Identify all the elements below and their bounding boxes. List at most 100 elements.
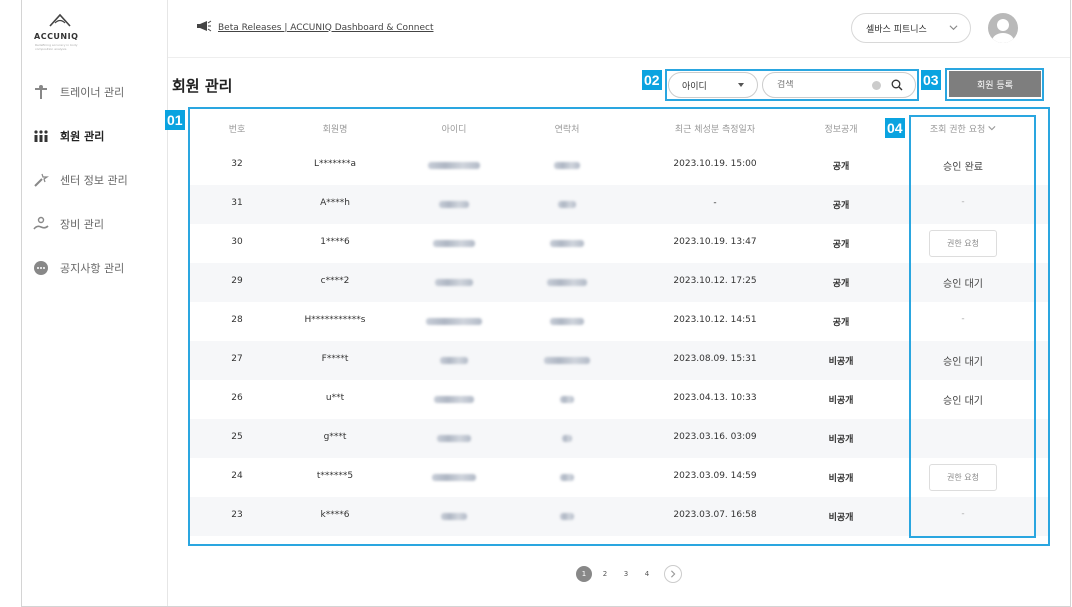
organization-name: 셀바스 피트니스: [866, 24, 927, 35]
cell-disclosure: 공개: [832, 201, 850, 211]
sidebar-item-notices[interactable]: 공지사항 관리: [22, 246, 168, 290]
cell-contact-redacted: [562, 435, 572, 442]
cell-contact-redacted: [560, 474, 574, 481]
cell-last-measure: 2023.03.16. 03:09: [673, 432, 757, 442]
cell-name: u**t: [325, 393, 345, 403]
page-button[interactable]: 1: [576, 566, 592, 582]
search-field-value: 아이디: [682, 81, 707, 92]
cell-id-redacted: [434, 396, 474, 403]
sidebar-item-label: 트레이너 관리: [60, 86, 125, 99]
cell-id-redacted: [441, 513, 467, 520]
cell-name: A****h: [320, 198, 350, 208]
search-input[interactable]: [777, 80, 867, 90]
cell-name: F****t: [321, 354, 349, 364]
annotation-badge-01: 01: [165, 110, 185, 130]
annotation-badge-03: 03: [921, 70, 941, 90]
sidebar-item-label: 회원 관리: [60, 130, 105, 143]
cell-contact-redacted: [547, 279, 587, 286]
logo-mark-icon: [49, 13, 71, 27]
cell-disclosure: 비공개: [828, 435, 854, 445]
logo-tagline: Redefining accuracy in body composition …: [35, 43, 78, 51]
page-title: 회원 관리: [172, 77, 233, 95]
permission-column-highlight-box: [909, 115, 1036, 538]
page-button[interactable]: 3: [618, 566, 634, 582]
sidebar-item-trainers[interactable]: 트레이너 관리: [22, 70, 168, 114]
megaphone-icon: [196, 20, 212, 35]
cell-id-redacted: [435, 279, 473, 286]
search-field-select[interactable]: 아이디: [668, 72, 758, 98]
cell-last-measure: 2023.10.19. 13:47: [673, 237, 757, 247]
sidebar-item-center-info[interactable]: 센터 정보 관리: [22, 158, 168, 202]
search-icon[interactable]: [891, 79, 903, 94]
cell-name: c****2: [320, 276, 350, 286]
user-icon: [992, 19, 1014, 43]
search-box: [762, 72, 916, 98]
column-header-last-measure: 최근 체성분 측정일자: [674, 125, 756, 135]
members-icon: [32, 127, 50, 145]
cell-id-redacted: [433, 240, 475, 247]
cell-no: 25: [231, 432, 243, 442]
trainer-icon: [32, 83, 50, 101]
cell-last-measure: 2023.10.12. 17:25: [673, 276, 757, 286]
cell-name: k****6: [320, 510, 350, 520]
sidebar-item-label: 공지사항 관리: [60, 262, 125, 275]
cell-name: L*******a: [313, 159, 357, 169]
announcement-link[interactable]: Beta Releases | ACCUNIQ Dashboard & Conn…: [196, 20, 434, 35]
cell-disclosure: 비공개: [828, 357, 854, 367]
page-button[interactable]: 4: [639, 566, 655, 582]
cell-contact-redacted: [550, 318, 584, 325]
cell-no: 28: [231, 315, 243, 325]
cell-no: 23: [231, 510, 243, 520]
cell-contact-redacted: [558, 201, 576, 208]
page-button[interactable]: 2: [597, 566, 613, 582]
cell-no: 26: [231, 393, 243, 403]
sidebar-item-label: 센터 정보 관리: [60, 174, 128, 187]
column-header-contact: 연락처: [554, 125, 580, 135]
column-header-disclosure: 정보공개: [824, 125, 858, 135]
cell-no: 24: [231, 471, 243, 481]
logo: ACCUNIQ Redefining accuracy in body comp…: [34, 12, 94, 51]
cell-no: 29: [231, 276, 243, 286]
cell-no: 30: [231, 237, 243, 247]
register-member-button[interactable]: 회원 등록: [949, 71, 1041, 97]
cell-contact-redacted: [560, 396, 574, 403]
organization-select[interactable]: 셀바스 피트니스: [851, 13, 971, 43]
clear-icon[interactable]: [872, 81, 881, 90]
cell-last-measure: 2023.10.19. 15:00: [673, 159, 757, 169]
cell-id-redacted: [428, 162, 480, 169]
column-header-no: 번호: [228, 125, 246, 135]
cell-name: g***t: [323, 432, 347, 442]
column-header-name: 회원명: [322, 125, 348, 135]
cell-contact-redacted: [544, 357, 590, 364]
sidebar-item-equipment[interactable]: 장비 관리: [22, 202, 168, 246]
cell-contact-redacted: [560, 513, 574, 520]
notice-icon: [32, 259, 50, 277]
cell-id-redacted: [439, 201, 469, 208]
center-info-icon: [32, 171, 50, 189]
avatar[interactable]: [988, 13, 1018, 43]
cell-last-measure: 2023.03.09. 14:59: [673, 471, 757, 481]
cell-last-measure: -: [713, 198, 717, 208]
cell-last-measure: 2023.03.07. 16:58: [673, 510, 757, 520]
annotation-badge-04: 04: [885, 118, 905, 138]
sidebar-item-members[interactable]: 회원 관리: [22, 114, 168, 158]
cell-last-measure: 2023.10.12. 14:51: [673, 315, 757, 325]
sidebar-item-label: 장비 관리: [60, 218, 104, 231]
caret-down-icon: [738, 83, 744, 87]
cell-disclosure: 공개: [832, 318, 850, 328]
cell-contact-redacted: [550, 240, 584, 247]
chevron-down-icon: [949, 23, 958, 35]
cell-id-redacted: [426, 318, 482, 325]
cell-disclosure: 공개: [832, 240, 850, 250]
cell-no: 31: [231, 198, 243, 208]
next-page-button[interactable]: [664, 565, 682, 583]
cell-name: 1****6: [320, 237, 350, 247]
cell-no: 27: [231, 354, 243, 364]
sidebar: ACCUNIQ Redefining accuracy in body comp…: [22, 0, 168, 606]
top-header: Beta Releases | ACCUNIQ Dashboard & Conn…: [168, 0, 1070, 58]
equipment-icon: [32, 215, 50, 233]
column-header-id: 아이디: [441, 125, 467, 135]
cell-contact-redacted: [554, 162, 580, 169]
cell-disclosure: 비공개: [828, 396, 854, 406]
cell-last-measure: 2023.08.09. 15:31: [673, 354, 757, 364]
